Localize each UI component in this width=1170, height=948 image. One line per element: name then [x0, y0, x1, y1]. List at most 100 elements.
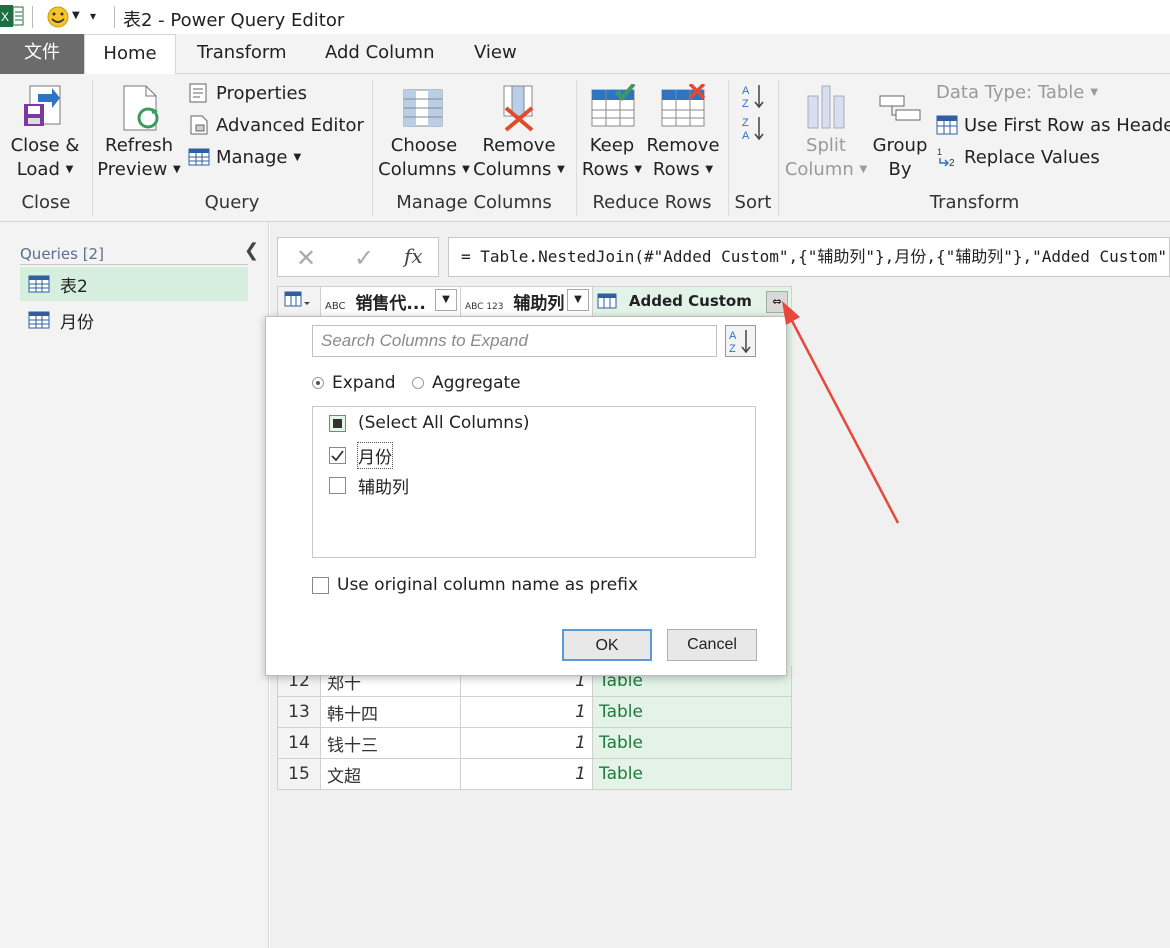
cancel-button[interactable]: Cancel: [667, 629, 757, 661]
search-columns-input[interactable]: [312, 325, 717, 357]
use-first-row-button[interactable]: Use First Row as Headers: [936, 114, 1170, 136]
properties-button[interactable]: Properties: [188, 82, 307, 104]
sort-descending-button[interactable]: ZA: [740, 114, 766, 142]
tab-add-column[interactable]: Add Column: [317, 34, 443, 74]
refresh-preview-button[interactable]: Refresh Preview ▼: [96, 82, 182, 186]
cell-sales[interactable]: 钱十三: [320, 727, 461, 759]
row-number: 14: [277, 727, 321, 759]
table-row[interactable]: 15 文超 1 Table: [277, 758, 792, 790]
query-item-月份[interactable]: 月份: [20, 303, 248, 337]
cell-table-link[interactable]: Table: [592, 758, 792, 790]
ok-button[interactable]: OK: [562, 629, 652, 661]
prefix-label: Use original column name as prefix: [337, 575, 639, 595]
feedback-caret-icon[interactable]: ▼: [72, 10, 80, 21]
chevron-down-icon: ▼: [859, 164, 868, 175]
unchecked-box-icon: [312, 576, 329, 594]
quick-access-customize-icon[interactable]: ▾: [90, 9, 96, 23]
cancel-formula-icon[interactable]: ✕: [296, 244, 316, 272]
svg-text:A: A: [729, 330, 737, 342]
close-load-button[interactable]: Close & Load ▼: [6, 82, 86, 186]
keep-rows-icon: [590, 82, 636, 136]
tab-file[interactable]: 文件: [0, 34, 84, 74]
replace-values-button[interactable]: 12 Replace Values: [936, 146, 1100, 169]
ribbon: Close & Load ▼ Close Refresh Preview ▼ P…: [0, 74, 1170, 222]
svg-text:Z: Z: [742, 117, 749, 129]
chevron-down-icon: ▼: [1090, 87, 1099, 98]
keep-rows-label-2: Rows: [581, 159, 629, 180]
column-checkbox-month[interactable]: 月份: [329, 442, 393, 469]
data-type-dropdown[interactable]: Data Type: Table ▼: [936, 82, 1098, 103]
cell-sales[interactable]: 韩十四: [320, 696, 461, 728]
advanced-editor-button[interactable]: Advanced Editor: [188, 114, 364, 136]
collapse-pane-icon[interactable]: ❮: [244, 240, 259, 261]
query-item-表2[interactable]: 表2: [20, 267, 248, 301]
group-by-button[interactable]: Group By: [870, 82, 930, 186]
cell-sales[interactable]: 文超: [320, 758, 461, 790]
close-load-label-row: Load ▼: [6, 158, 84, 182]
chevron-down-icon: ▼: [293, 151, 302, 163]
title-separator: [32, 6, 33, 28]
choose-columns-button[interactable]: Choose Columns ▼: [378, 82, 470, 186]
expand-label: Expand: [332, 373, 396, 393]
close-load-label-2: Load: [16, 159, 60, 180]
aggregate-radio[interactable]: Aggregate: [412, 373, 521, 393]
column-header-added-custom[interactable]: Added Custom ⇔: [592, 286, 792, 317]
filter-dropdown-icon[interactable]: ▼: [435, 289, 457, 311]
tab-home[interactable]: Home: [84, 34, 176, 75]
tab-view[interactable]: View: [466, 34, 525, 74]
cell-table-link[interactable]: Table: [592, 696, 792, 728]
remove-columns-button[interactable]: Remove Columns ▼: [472, 82, 566, 186]
query-item-label: 月份: [60, 312, 94, 333]
filter-dropdown-icon[interactable]: ▼: [567, 289, 589, 311]
group-reduce-rows: Reduce Rows: [592, 192, 712, 213]
keep-rows-button[interactable]: Keep Rows ▼: [580, 82, 644, 186]
choose-columns-icon: [402, 84, 446, 136]
group-close: Close: [21, 192, 71, 213]
smiley-feedback-icon[interactable]: [46, 6, 70, 28]
queries-header-line: [20, 264, 248, 265]
column-header-helper[interactable]: ABC 123 辅助列 ▼: [460, 286, 593, 317]
sort-az-icon: AZ: [729, 330, 751, 355]
select-all-label: (Select All Columns): [358, 413, 530, 433]
table-row[interactable]: 14 钱十三 1 Table: [277, 727, 792, 759]
aggregate-label: Aggregate: [432, 373, 521, 393]
window-title: 表2 - Power Query Editor: [123, 10, 345, 31]
sort-ascending-icon: AZ: [742, 85, 764, 110]
table-menu-button[interactable]: [277, 286, 321, 317]
chevron-down-icon: ▼: [634, 164, 643, 175]
split-column-button[interactable]: Split Column ▼: [782, 82, 870, 186]
cell-helper[interactable]: 1: [460, 758, 593, 790]
group-by-label-2: By: [888, 159, 912, 180]
cell-helper[interactable]: 1: [460, 696, 593, 728]
function-icon[interactable]: fx: [404, 244, 423, 268]
sort-ascending-button[interactable]: AZ: [740, 82, 766, 110]
advanced-editor-label: Advanced Editor: [216, 114, 364, 136]
commit-formula-icon[interactable]: ✓: [354, 244, 374, 272]
remove-columns-icon: [498, 84, 542, 136]
data-grid: ABC 销售代... ▼ ABC 123 辅助列 ▼ Added Custom …: [277, 286, 792, 317]
table-row[interactable]: 13 韩十四 1 Table: [277, 696, 792, 728]
sort-columns-button[interactable]: AZ: [725, 325, 756, 357]
svg-text:A: A: [742, 130, 750, 142]
column-checkbox-helper[interactable]: 辅助列: [329, 473, 409, 498]
table-header-icon: [936, 115, 958, 135]
table-type-icon: [597, 293, 617, 308]
use-first-row-label: Use First Row as Headers: [964, 114, 1170, 136]
row-number: 15: [277, 758, 321, 790]
manage-button[interactable]: Manage ▼: [188, 146, 301, 168]
replace-values-icon: 12: [937, 147, 955, 168]
remove-rows-button[interactable]: Remove Rows ▼: [646, 82, 720, 186]
column-header-sales[interactable]: ABC 销售代... ▼: [320, 286, 461, 317]
remove-rows-icon: [660, 82, 706, 136]
cell-helper[interactable]: 1: [460, 727, 593, 759]
keep-rows-label-row: Rows ▼: [580, 158, 644, 182]
formula-bar[interactable]: = Table.NestedJoin(#"Added Custom",{"辅助列…: [448, 237, 1170, 277]
tab-transform[interactable]: Transform: [189, 34, 295, 74]
prefix-checkbox[interactable]: Use original column name as prefix: [312, 575, 638, 595]
chevron-down-icon: ▼: [705, 164, 714, 175]
expand-radio[interactable]: Expand: [312, 373, 396, 393]
select-all-checkbox[interactable]: (Select All Columns): [329, 413, 530, 433]
sort-descending-icon: ZA: [742, 117, 764, 142]
advanced-editor-icon: [190, 115, 208, 135]
cell-table-link[interactable]: Table: [592, 727, 792, 759]
